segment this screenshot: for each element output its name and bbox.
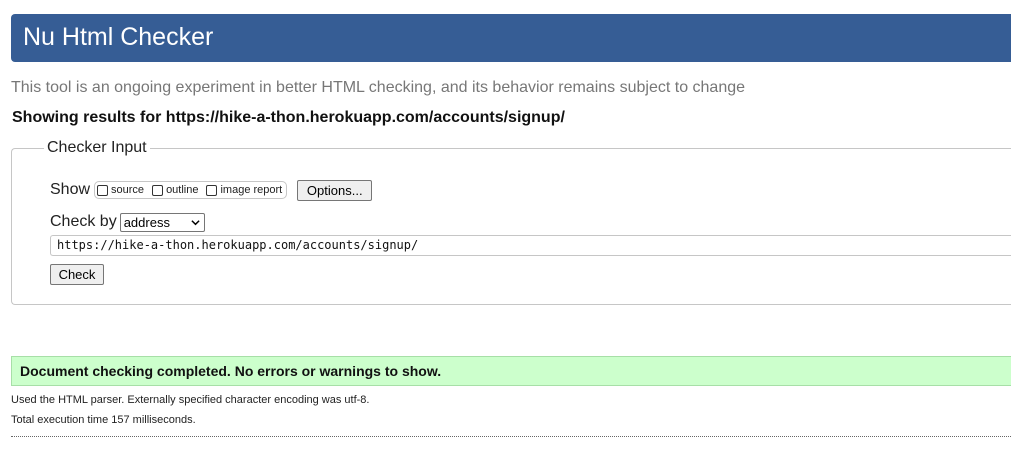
show-options-row: Show source outline image report Options… bbox=[50, 179, 373, 201]
checker-input-legend: Checker Input bbox=[47, 139, 147, 156]
success-banner: Document checking completed. No errors o… bbox=[11, 356, 1011, 386]
success-message: Document checking completed. No errors o… bbox=[20, 363, 442, 379]
chevron-down-icon bbox=[191, 219, 200, 225]
check-button[interactable]: Check bbox=[50, 264, 104, 285]
page-title: Nu Html Checker bbox=[23, 23, 214, 51]
url-input[interactable]: https://hike-a-thon.herokuapp.com/accoun… bbox=[50, 235, 1011, 256]
check-by-row: Check by address bbox=[50, 212, 205, 232]
dotted-divider bbox=[11, 436, 1011, 437]
image-report-option-label: image report bbox=[220, 184, 283, 196]
show-image-report-option[interactable]: image report bbox=[206, 184, 282, 196]
outline-checkbox[interactable] bbox=[152, 184, 164, 196]
show-label: Show bbox=[50, 181, 91, 198]
showing-results-heading: Showing results for https://hike-a-thon.… bbox=[12, 109, 565, 126]
outline-option-label: outline bbox=[166, 184, 199, 196]
tagline: This tool is an ongoing experiment in be… bbox=[11, 79, 746, 96]
image-report-checkbox[interactable] bbox=[206, 184, 218, 196]
show-source-option[interactable]: source bbox=[97, 184, 144, 196]
page-header: Nu Html Checker bbox=[11, 14, 1011, 62]
source-option-label: source bbox=[111, 184, 145, 196]
execution-time: Total execution time 157 milliseconds. bbox=[11, 414, 196, 426]
check-by-select[interactable]: address bbox=[119, 212, 205, 232]
result-details: Used the HTML parser. Externally specifi… bbox=[11, 393, 1011, 433]
parser-note: Used the HTML parser. Externally specifi… bbox=[11, 394, 370, 406]
page: Nu Html Checker This tool is an ongoing … bbox=[0, 0, 1011, 460]
show-options-group: source outline image report bbox=[94, 181, 288, 199]
check-by-label: Check by bbox=[50, 213, 117, 230]
source-checkbox[interactable] bbox=[97, 184, 109, 196]
show-outline-option[interactable]: outline bbox=[152, 184, 198, 196]
options-button[interactable]: Options... bbox=[297, 179, 373, 201]
check-by-select-value: address bbox=[123, 214, 170, 230]
